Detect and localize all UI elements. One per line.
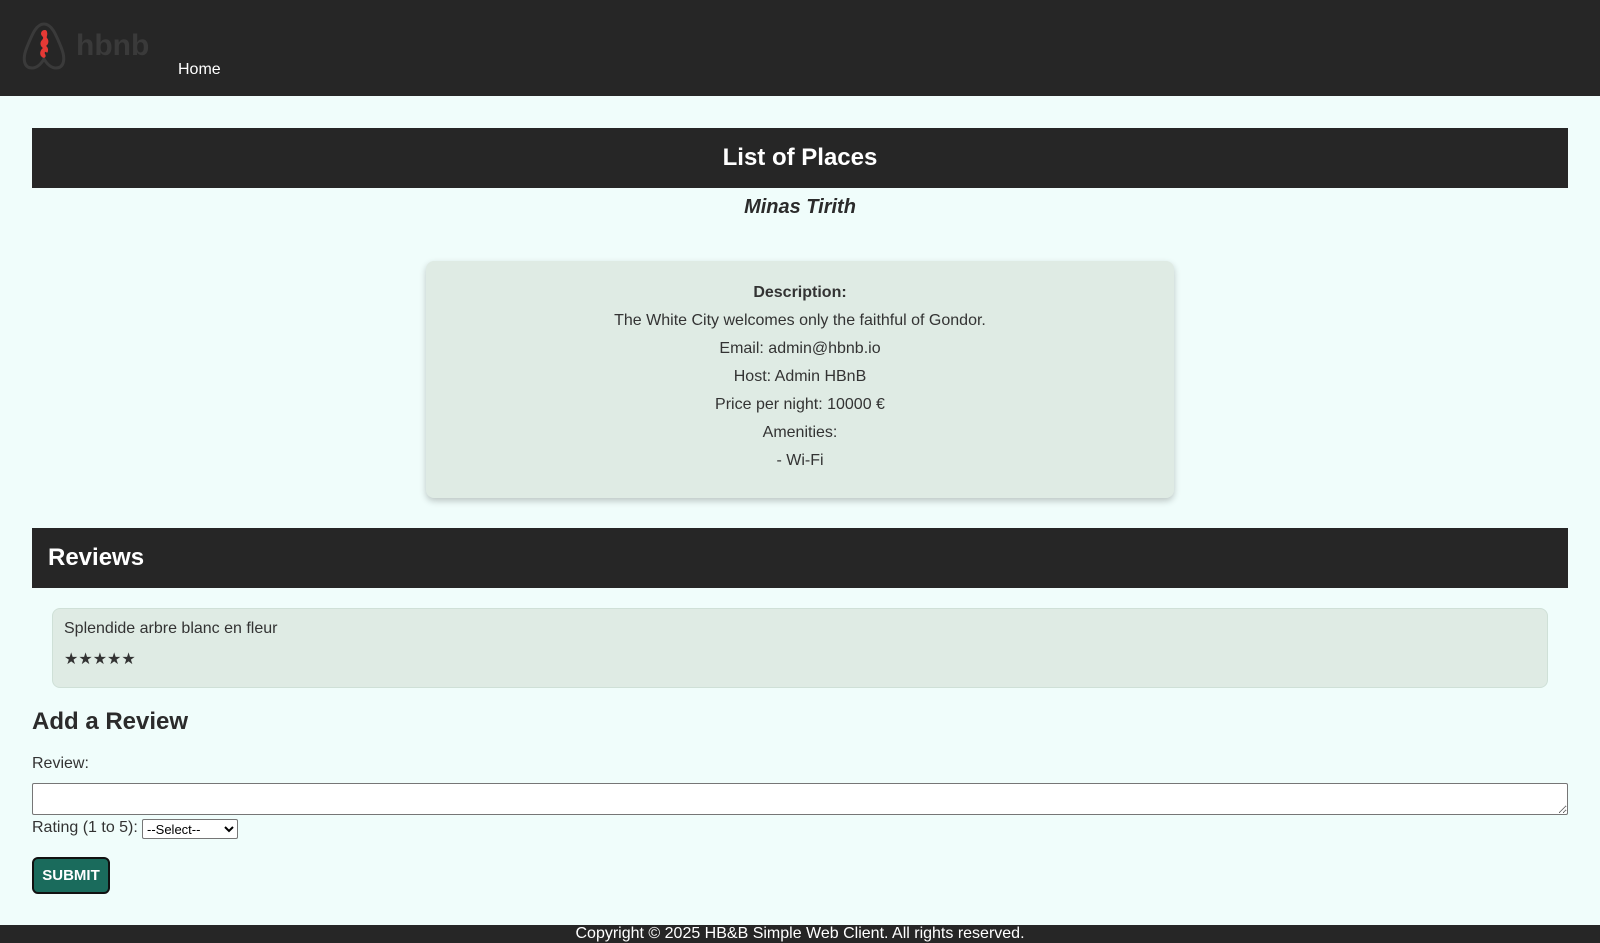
description-label: Description: bbox=[753, 284, 847, 301]
review-stars: ★★★★★ bbox=[64, 651, 136, 668]
top-navbar: hbnb Home bbox=[0, 0, 1600, 96]
reviews-heading: Reviews bbox=[32, 528, 1568, 588]
place-details-card: Description: The White City welcomes onl… bbox=[426, 261, 1174, 498]
rating-label: Rating (1 to 5): bbox=[32, 819, 138, 836]
description-text: The White City welcomes only the faithfu… bbox=[614, 312, 986, 329]
nav-home-link[interactable]: Home bbox=[178, 61, 221, 79]
logo-text: hbnb bbox=[76, 29, 149, 62]
hbnb-logo[interactable]: hbnb bbox=[22, 21, 157, 71]
rating-select[interactable]: --Select-- bbox=[142, 819, 238, 839]
host-email: Email: admin@hbnb.io bbox=[719, 340, 881, 357]
review-item: Splendide arbre blanc en fleur ★★★★★ bbox=[52, 608, 1548, 688]
add-review-title: Add a Review bbox=[32, 708, 189, 735]
host-name: Host: Admin HBnB bbox=[733, 368, 867, 385]
page-title: List of Places bbox=[32, 128, 1568, 188]
review-field-label: Review: bbox=[32, 755, 89, 772]
submit-review-button[interactable]: SUBMIT bbox=[32, 857, 110, 894]
place-name: Minas Tirith bbox=[744, 196, 856, 218]
footer-copyright: Copyright © 2025 HB&B Simple Web Client.… bbox=[0, 925, 1600, 943]
amenities-label: Amenities: bbox=[762, 424, 838, 441]
review-text: Splendide arbre blanc en fleur bbox=[64, 620, 278, 637]
review-textarea[interactable] bbox=[32, 783, 1568, 815]
price-per-night: Price per night: 10000 € bbox=[715, 396, 885, 413]
amenity-item: - Wi-Fi bbox=[776, 452, 824, 469]
